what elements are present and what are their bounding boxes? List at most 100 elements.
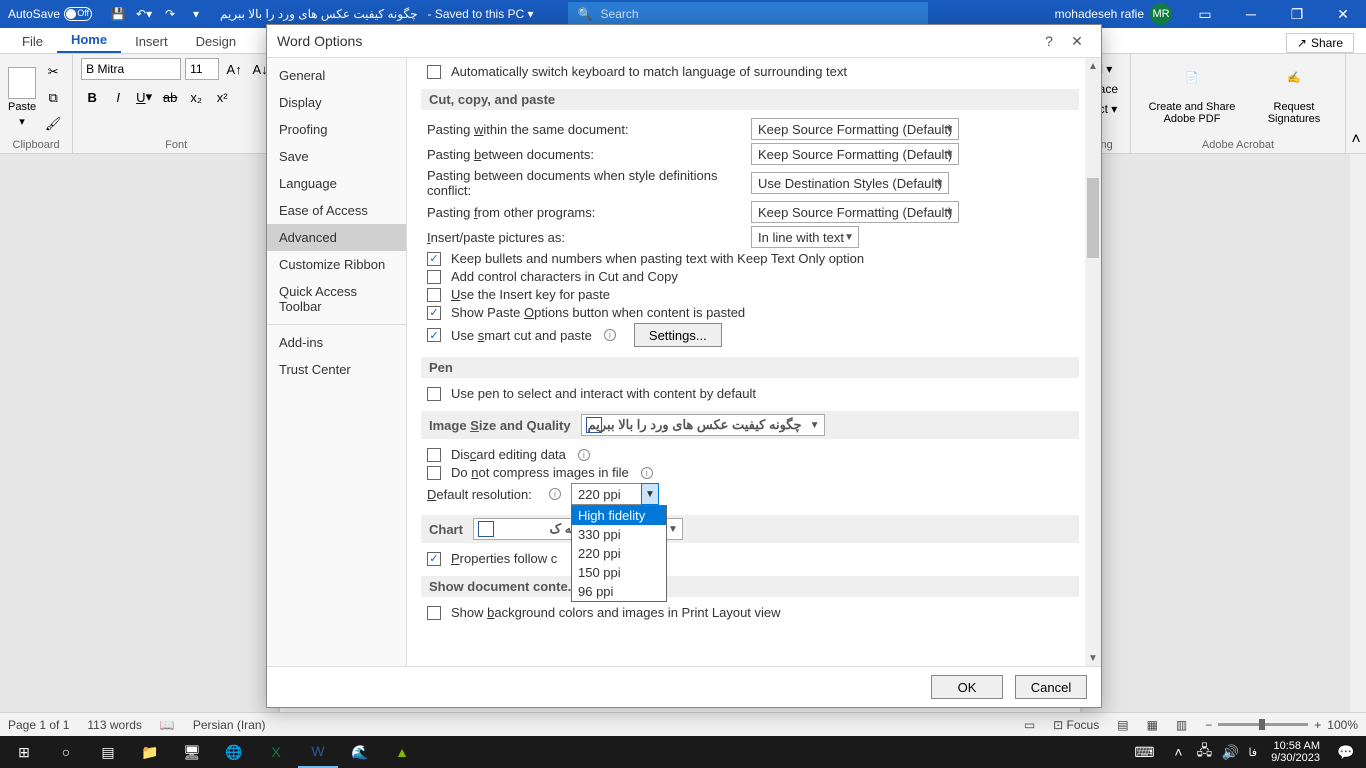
tab-file[interactable]: File xyxy=(8,30,57,53)
italic-icon[interactable]: I xyxy=(107,86,129,108)
spell-check-icon[interactable]: 📖 xyxy=(160,718,175,732)
read-mode-icon[interactable]: ▤ xyxy=(1117,718,1128,732)
word-count[interactable]: 113 words xyxy=(87,718,141,732)
user-account[interactable]: mohadeseh rafie MR xyxy=(1045,3,1182,25)
nav-addins[interactable]: Add-ins xyxy=(267,329,406,356)
tab-insert[interactable]: Insert xyxy=(121,30,182,53)
app2-icon[interactable]: ▲ xyxy=(382,736,422,768)
zoom-slider[interactable] xyxy=(1218,723,1308,726)
ribbon-options-icon[interactable]: ▭ xyxy=(1182,0,1228,28)
collapse-ribbon-icon[interactable]: ˄ xyxy=(1351,131,1360,149)
scroll-thumb[interactable] xyxy=(1087,178,1099,258)
pane-scrollbar[interactable]: ▲ ▼ xyxy=(1085,58,1101,666)
bold-icon[interactable]: B xyxy=(81,86,103,108)
checkbox-properties-follow[interactable] xyxy=(427,552,441,566)
search-box[interactable]: 🔍 Search xyxy=(568,2,928,26)
scroll-up-icon[interactable]: ▲ xyxy=(1085,58,1101,74)
checkbox-keep-bullets[interactable] xyxy=(427,252,441,266)
nav-advanced[interactable]: Advanced xyxy=(267,224,406,251)
checkbox-discard-editing[interactable] xyxy=(427,448,441,462)
underline-icon[interactable]: U▾ xyxy=(133,86,155,108)
edge-icon[interactable]: 🌊 xyxy=(340,736,380,768)
checkbox-smart-cut[interactable] xyxy=(427,328,441,342)
page-indicator[interactable]: Page 1 of 1 xyxy=(8,718,69,732)
combo-paste-between[interactable]: Keep Source Formatting (Default)▼ xyxy=(751,143,959,165)
settings-button[interactable]: Settings... xyxy=(634,323,722,347)
ok-button[interactable]: OK xyxy=(931,675,1003,699)
web-layout-icon[interactable]: ▥ xyxy=(1176,718,1187,732)
autosave-toggle[interactable]: AutoSave Off xyxy=(0,7,100,21)
info-icon[interactable]: i xyxy=(549,488,561,500)
print-layout-icon[interactable]: ▦ xyxy=(1147,718,1158,732)
create-share-pdf-button[interactable]: 📄 Create and Share Adobe PDF xyxy=(1139,71,1245,125)
language-indicator[interactable]: Persian (Iran) xyxy=(193,718,266,732)
nav-save[interactable]: Save xyxy=(267,143,406,170)
info-icon[interactable]: i xyxy=(604,329,616,341)
format-painter-icon[interactable]: 🖌 xyxy=(42,113,64,135)
option-96ppi[interactable]: 96 ppi xyxy=(572,582,666,601)
cancel-button[interactable]: Cancel xyxy=(1015,675,1087,699)
superscript-icon[interactable]: x² xyxy=(211,86,233,108)
checkbox-show-bg[interactable] xyxy=(427,606,441,620)
font-name-combo[interactable]: B Mitra xyxy=(81,58,181,80)
tab-home[interactable]: Home xyxy=(57,28,121,53)
zoom-value[interactable]: 100% xyxy=(1327,718,1358,732)
network-icon[interactable]: 🖧 xyxy=(1192,736,1216,768)
undo-icon[interactable]: ↶▾ xyxy=(136,6,152,22)
checkbox-show-paste-options[interactable] xyxy=(427,306,441,320)
chrome-icon[interactable]: 🌐 xyxy=(214,736,254,768)
redo-icon[interactable]: ↷ xyxy=(162,6,178,22)
info-icon[interactable]: i xyxy=(641,467,653,479)
font-size-combo[interactable]: 11 xyxy=(185,58,219,80)
combo-default-resolution[interactable]: 220 ppi ▼ High fidelity 330 ppi 220 ppi … xyxy=(571,483,659,505)
zoom-control[interactable]: − + 100% xyxy=(1205,718,1358,732)
clock[interactable]: 10:58 AM 9/30/2023 xyxy=(1263,740,1328,764)
nav-customize-ribbon[interactable]: Customize Ribbon xyxy=(267,251,406,278)
nav-display[interactable]: Display xyxy=(267,89,406,116)
option-220ppi[interactable]: 220 ppi xyxy=(572,544,666,563)
nav-proofing[interactable]: Proofing xyxy=(267,116,406,143)
option-high-fidelity[interactable]: High fidelity xyxy=(572,506,666,525)
combo-image-doc[interactable]: چگونه کیفیت عکس های ورد را بالا ببریم▼ xyxy=(581,414,825,436)
share-button[interactable]: ↗Share xyxy=(1286,33,1354,53)
option-330ppi[interactable]: 330 ppi xyxy=(572,525,666,544)
file-explorer-icon[interactable]: 📁 xyxy=(130,736,170,768)
checkbox-auto-switch[interactable] xyxy=(427,65,441,79)
combo-insert-pictures[interactable]: In line with text▼ xyxy=(751,226,859,248)
info-icon[interactable]: i xyxy=(578,449,590,461)
combo-paste-other[interactable]: Keep Source Formatting (Default)▼ xyxy=(751,201,959,223)
close-icon[interactable]: ✕ xyxy=(1320,0,1366,28)
keyboard-icon[interactable]: ⌨ xyxy=(1124,736,1164,768)
nav-language[interactable]: Language xyxy=(267,170,406,197)
save-icon[interactable]: 💾 xyxy=(110,6,126,22)
copy-icon[interactable]: ⧉ xyxy=(42,87,64,109)
ime-lang[interactable]: فا xyxy=(1244,746,1261,759)
tab-design[interactable]: Design xyxy=(182,30,250,53)
request-signatures-button[interactable]: ✍ Request Signatures xyxy=(1251,71,1337,125)
start-icon[interactable]: ⊞ xyxy=(4,736,44,768)
task-view-icon[interactable]: ▤ xyxy=(88,736,128,768)
qat-more-icon[interactable]: ▾ xyxy=(188,6,204,22)
word-icon[interactable]: W xyxy=(298,736,338,768)
notifications-icon[interactable]: 💬 xyxy=(1330,736,1362,768)
help-icon[interactable]: ? xyxy=(1035,33,1063,49)
display-settings-icon[interactable]: ▭ xyxy=(1024,718,1035,732)
subscript-icon[interactable]: x₂ xyxy=(185,86,207,108)
nav-qat[interactable]: Quick Access Toolbar xyxy=(267,278,406,320)
option-150ppi[interactable]: 150 ppi xyxy=(572,563,666,582)
zoom-in-icon[interactable]: + xyxy=(1314,718,1321,732)
checkbox-add-control[interactable] xyxy=(427,270,441,284)
scroll-down-icon[interactable]: ▼ xyxy=(1085,650,1101,666)
minimize-icon[interactable]: ─ xyxy=(1228,0,1274,28)
strike-icon[interactable]: ab xyxy=(159,86,181,108)
saved-indicator[interactable]: - Saved to this PC ▾ xyxy=(423,7,537,21)
checkbox-no-compress[interactable] xyxy=(427,466,441,480)
tray-up-icon[interactable]: ˄ xyxy=(1166,736,1190,768)
paste-button[interactable]: Paste ▾ xyxy=(8,67,36,128)
combo-paste-conflict[interactable]: Use Destination Styles (Default)▼ xyxy=(751,172,949,194)
nav-trust[interactable]: Trust Center xyxy=(267,356,406,383)
focus-mode[interactable]: ⊡ Focus xyxy=(1053,718,1099,732)
zoom-out-icon[interactable]: − xyxy=(1205,718,1212,732)
checkbox-use-insert[interactable] xyxy=(427,288,441,302)
vertical-scrollbar[interactable] xyxy=(1350,154,1366,712)
